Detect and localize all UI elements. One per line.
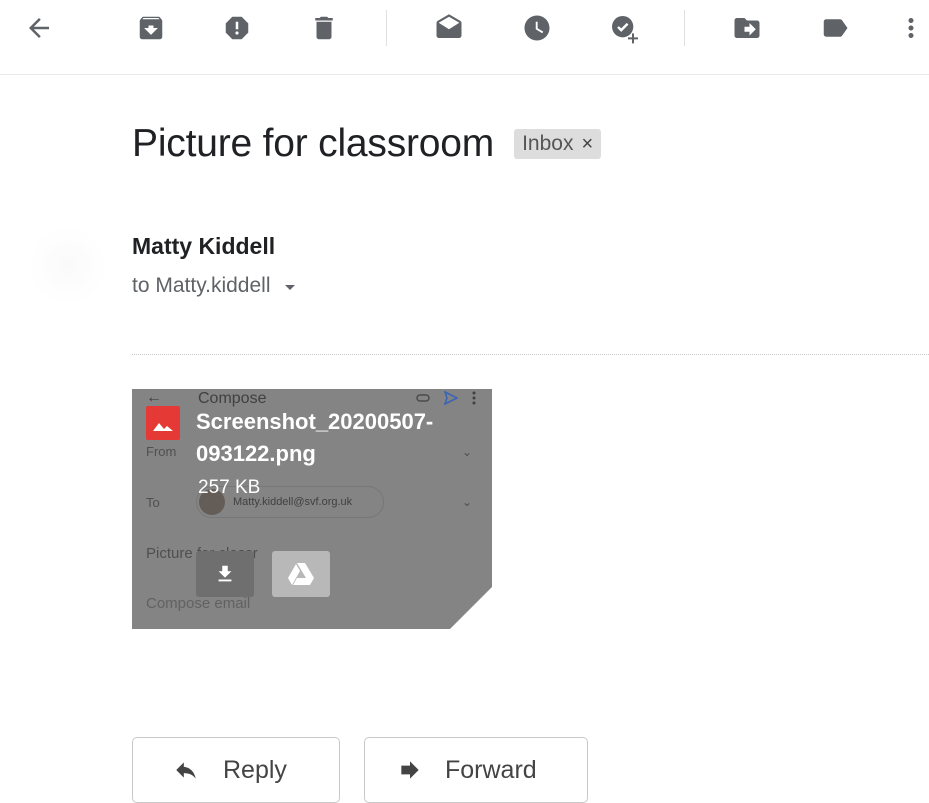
avatar xyxy=(28,226,108,306)
reply-button[interactable]: Reply xyxy=(132,737,340,803)
add-to-tasks-icon[interactable] xyxy=(603,7,645,49)
attachment-filename: Screenshot_20200507-093122.png xyxy=(196,409,434,466)
label-icon[interactable] xyxy=(814,7,856,49)
save-to-drive-button[interactable] xyxy=(272,551,330,597)
toolbar-divider xyxy=(684,10,685,46)
toolbar-divider xyxy=(386,10,387,46)
recipient-text: to Matty.kiddell xyxy=(132,274,271,297)
sender-name[interactable]: Matty Kiddell xyxy=(132,233,275,260)
email-subject: Picture for classroom xyxy=(132,122,495,165)
toolbar xyxy=(0,0,929,75)
forward-button[interactable]: Forward xyxy=(364,737,588,803)
download-icon xyxy=(218,565,232,582)
more-options-icon[interactable] xyxy=(890,7,929,49)
forward-icon xyxy=(395,757,425,783)
mark-unread-icon[interactable] xyxy=(428,7,470,49)
page-fold xyxy=(450,587,492,629)
archive-icon[interactable] xyxy=(130,7,172,49)
back-arrow-icon[interactable] xyxy=(18,7,60,49)
chevron-down-icon[interactable] xyxy=(283,274,297,298)
move-to-icon[interactable] xyxy=(726,7,768,49)
reply-icon xyxy=(169,757,203,783)
recipient-details[interactable]: to Matty.kiddell xyxy=(132,274,297,298)
delete-icon[interactable] xyxy=(303,7,345,49)
download-button[interactable] xyxy=(196,551,254,597)
drive-icon xyxy=(288,563,314,585)
label-text: Inbox xyxy=(522,132,574,155)
image-file-icon xyxy=(146,406,180,440)
reply-label: Reply xyxy=(223,755,287,784)
attachment-card[interactable]: ← Compose From ⌄ To ⌄ Matty.kiddell@svf.… xyxy=(132,389,492,629)
subject-row: Picture for classroom Inbox × xyxy=(132,120,602,168)
remove-label-icon[interactable]: × xyxy=(581,133,593,156)
attachment-size: 257 KB xyxy=(198,477,261,498)
snooze-icon[interactable] xyxy=(516,7,558,49)
report-spam-icon[interactable] xyxy=(216,7,258,49)
forward-label: Forward xyxy=(445,755,537,784)
message-divider xyxy=(132,354,929,355)
inbox-label-chip[interactable]: Inbox × xyxy=(514,129,602,159)
